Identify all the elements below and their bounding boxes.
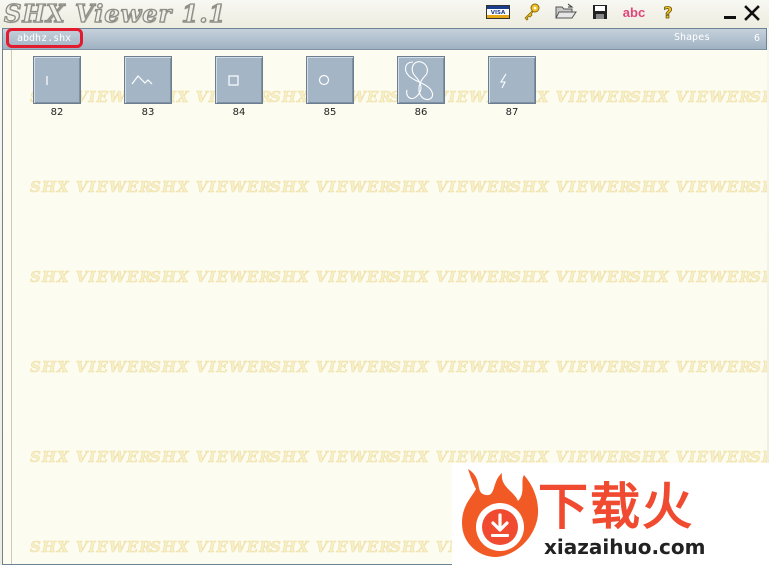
shape-preview [488, 56, 536, 104]
file-header-bar: abdhz.shx Shapes 6 [3, 28, 766, 50]
watermark-text: SHX VIEWER [750, 178, 767, 197]
watermark-text: SHX VIEWER [30, 268, 153, 287]
help-icon: ? [663, 3, 673, 21]
watermark-text: SHX VIEWER [30, 358, 153, 377]
lightning-glyph [500, 73, 507, 89]
shape-preview [306, 56, 354, 104]
watermark-text: SHX VIEWER [390, 358, 513, 377]
shape-id: 82 [50, 107, 64, 118]
close-icon [744, 5, 760, 21]
svg-text:?: ? [663, 3, 672, 21]
app-title: SHX Viewer 1.1 [3, 0, 227, 29]
shape-preview [124, 56, 172, 104]
font-abc-button[interactable]: abc [620, 1, 648, 23]
watermark-text: SHX VIEWER [150, 268, 273, 287]
watermark-text: SHX VIEWER [150, 448, 273, 467]
minimize-button[interactable] [719, 2, 741, 24]
window-controls [719, 2, 763, 24]
flame-logo-icon [462, 469, 539, 557]
site-logo: 下载火 xiazaihuo.com [452, 463, 769, 565]
shape-thumb-83[interactable]: 83 [124, 56, 172, 118]
help-button[interactable]: ? [654, 1, 682, 23]
shape-thumb-86[interactable]: 86 [397, 56, 445, 118]
watermark-text: SHX VIEWER [390, 268, 513, 287]
figure-eight-glyph [404, 61, 434, 101]
shape-id: 83 [141, 107, 155, 118]
shape-id: 87 [505, 107, 519, 118]
toolbar: VISA abc ? [484, 0, 688, 24]
watermark-text: SHX VIEWER [150, 538, 273, 557]
watermark-text: SHX VIEWER [510, 178, 633, 197]
watermark-text: SHX VIEWER [390, 178, 513, 197]
watermark-text: SHX VIEWER [270, 178, 393, 197]
watermark-text: SHX VIEWER [510, 268, 633, 287]
shape-thumb-85[interactable]: 85 [306, 56, 354, 118]
visa-button[interactable]: VISA [484, 1, 512, 23]
shape-id: 85 [323, 107, 337, 118]
key-icon [524, 3, 540, 21]
open-button[interactable] [552, 1, 580, 23]
watermark-text: SHX VIEWER [30, 538, 153, 557]
font-abc-icon: abc [622, 4, 646, 20]
visa-icon: VISA [486, 5, 510, 19]
watermark-text: SHX VIEWER [150, 178, 273, 197]
shx-viewer-window: SHX Viewer 1.1 VISA abc ? abdhz.shx Shap… [0, 0, 769, 565]
title-bar: SHX Viewer 1.1 VISA abc ? [0, 0, 769, 29]
shape-preview [397, 56, 445, 104]
watermark-text: SHX VIEWER [630, 88, 753, 107]
watermark-text: SHX VIEWER [150, 358, 273, 377]
vertical-line-glyph [46, 76, 48, 85]
logo-cn-text: 下载火 [538, 478, 694, 536]
shapes-label: Shapes [674, 32, 711, 43]
watermark-text: SHX VIEWER [750, 358, 767, 377]
watermark-text: SHX VIEWER [30, 178, 153, 197]
watermark-text: SHX VIEWER [270, 268, 393, 287]
save-button[interactable] [586, 1, 614, 23]
folder-open-icon [555, 3, 577, 19]
watermark-text: SHX VIEWER [270, 538, 393, 557]
wave-glyph [131, 75, 153, 85]
watermark-text: SHX VIEWER [630, 178, 753, 197]
watermark-text: SHX VIEWER [270, 358, 393, 377]
watermark-text: SHX VIEWER [30, 448, 153, 467]
file-name[interactable]: abdhz.shx [9, 32, 79, 48]
minimize-icon [724, 16, 736, 19]
close-button[interactable] [741, 2, 763, 24]
shape-id: 84 [232, 107, 246, 118]
shape-id: 86 [414, 107, 428, 118]
circle-glyph [318, 74, 330, 86]
shape-preview [215, 56, 263, 104]
watermark-text: SHX VIEWER [750, 88, 767, 107]
watermark-text: SHX VIEWER [270, 448, 393, 467]
shapes-count: 6 [753, 33, 760, 44]
watermark-text: SHX VIEWER [630, 268, 753, 287]
shape-thumb-82[interactable]: 82 [33, 56, 81, 118]
watermark-text: SHX VIEWER [750, 268, 767, 287]
watermark-text: SHX VIEWER [510, 358, 633, 377]
save-icon [593, 5, 607, 19]
square-glyph [228, 75, 239, 86]
logo-en-text: xiazaihuo.com [544, 535, 706, 559]
key-button[interactable] [518, 1, 546, 23]
shape-thumb-87[interactable]: 87 [488, 56, 536, 118]
shape-preview [33, 56, 81, 104]
svg-text:VISA: VISA [491, 10, 506, 16]
shape-thumb-84[interactable]: 84 [215, 56, 263, 118]
watermark-text: SHX VIEWER [630, 358, 753, 377]
